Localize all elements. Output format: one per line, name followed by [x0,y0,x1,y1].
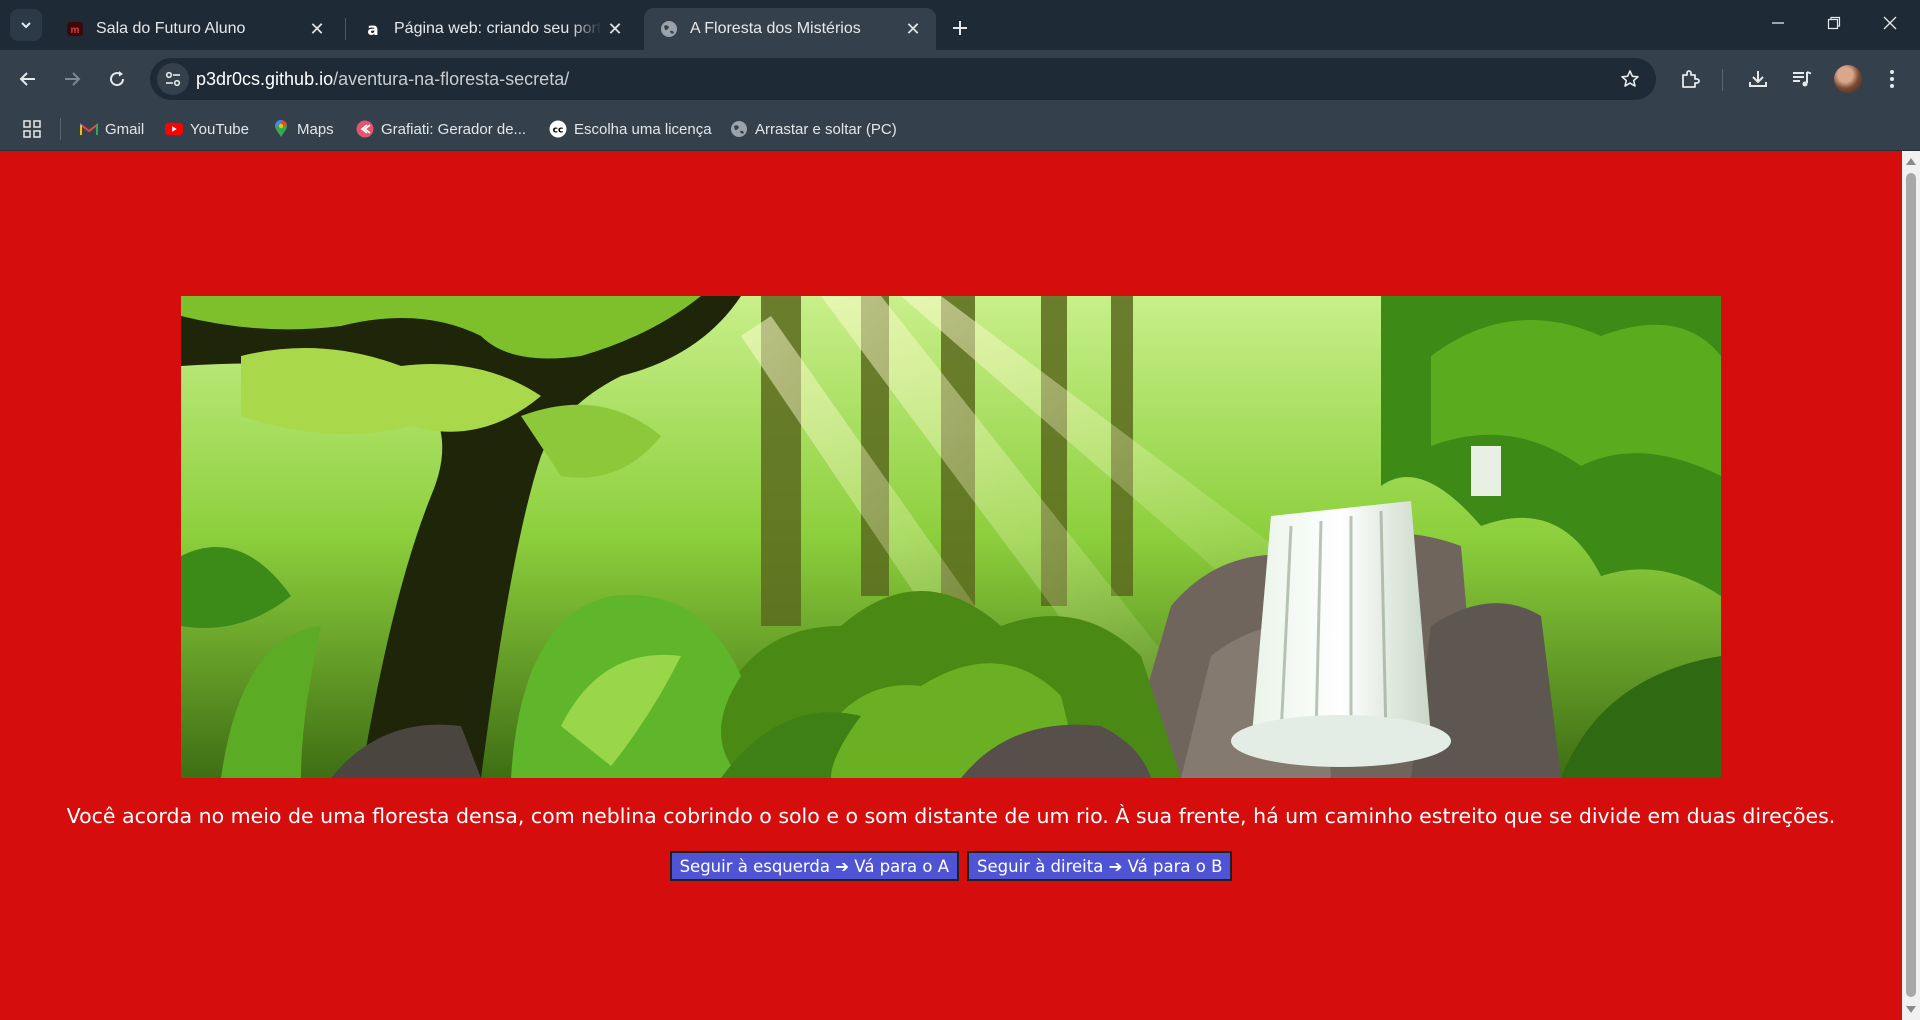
choice-right-button[interactable]: Seguir à direita ➔ Vá para o B [967,851,1233,881]
globe-icon [660,20,678,38]
forward-button[interactable] [54,61,90,97]
tab-alura-portfolio[interactable]: a Página web: criando seu portfólio ✕ [348,8,638,50]
close-icon[interactable]: ✕ [900,16,926,42]
puzzle-icon [1682,70,1700,88]
bookmarks-bar: Gmail YouTube Maps Grafiati: Gerador de.… [0,108,1920,151]
gmail-icon [80,120,98,138]
download-icon [1749,71,1767,87]
back-button[interactable] [10,61,46,97]
page-viewport: Você acorda no meio de uma floresta dens… [0,151,1902,1020]
tab-search-button[interactable] [10,9,42,41]
more-vert-icon [1890,70,1894,88]
browser-toolbar: p3dr0cs.github.io/aventura-na-floresta-s… [0,50,1920,108]
tab-strip: m Sala do Futuro Aluno ✕ a Página web: c… [0,0,1920,50]
url-host: p3dr0cs.github.io [196,69,334,89]
extensions-button[interactable] [1676,65,1704,93]
minimize-button[interactable] [1750,0,1806,46]
grafiati-icon [356,120,374,138]
star-icon [1621,70,1639,87]
reload-icon [110,71,125,87]
downloads-button[interactable] [1744,65,1772,93]
arrow-right-icon [65,72,81,86]
url-text[interactable]: p3dr0cs.github.io/aventura-na-floresta-s… [196,69,569,90]
forest-waterfall-image [181,296,1721,778]
close-icon[interactable]: ✕ [304,16,330,42]
svg-text:m: m [71,25,80,36]
bookmark-youtube[interactable]: YouTube [165,116,249,142]
tab-title: A Floresta dos Mistérios [690,20,861,37]
bookmark-label: YouTube [190,120,249,138]
bookmark-maps[interactable]: Maps [272,116,334,142]
chevron-down-icon [21,22,31,29]
bookmark-star-button[interactable] [1618,67,1642,91]
scroll-down-arrow-icon[interactable] [1906,1006,1916,1013]
bookmark-creative-commons[interactable]: cc Escolha uma licença [549,116,712,142]
tab-floresta-misterios[interactable]: A Floresta dos Mistérios ✕ [644,8,936,50]
toolbar-divider [1722,69,1723,91]
tune-icon [165,71,181,87]
bookmarks-separator [60,118,61,140]
close-icon [1883,16,1897,30]
new-tab-button[interactable] [944,12,976,44]
bookmark-grafiati[interactable]: Grafiati: Gerador de... [356,116,526,142]
tab-sala-do-futuro[interactable]: m Sala do Futuro Aluno ✕ [50,8,340,50]
youtube-icon [165,120,183,138]
bookmark-gmail[interactable]: Gmail [80,116,144,142]
choice-buttons: Seguir à esquerda ➔ Vá para o A Seguir à… [0,851,1902,881]
tab-separator [345,18,346,40]
site-info-button[interactable] [157,63,189,95]
bookmark-arrastar-soltar[interactable]: Arrastar e soltar (PC) [730,116,897,142]
close-icon[interactable]: ✕ [602,16,628,42]
globe-icon [730,120,748,138]
arrow-left-icon [19,72,35,86]
bookmark-label: Gmail [105,120,145,138]
apps-button[interactable] [20,117,44,141]
page-scrollbar[interactable] [1902,151,1920,1020]
close-window-button[interactable] [1862,0,1918,46]
scrollbar-thumb[interactable] [1906,173,1916,997]
story-text: Você acorda no meio de uma floresta dens… [66,804,1836,828]
restore-button[interactable] [1806,0,1862,46]
profile-avatar[interactable] [1834,65,1862,93]
plus-icon [953,21,967,35]
tab-title: Página web: criando seu portfólio [394,20,602,37]
bookmark-label: Arrastar e soltar (PC) [755,120,897,138]
bookmark-label: Escolha uma licença [574,120,712,138]
alura-icon: a [364,20,382,38]
restore-icon [1827,16,1841,30]
svg-text:cc: cc [553,126,564,136]
creative-commons-icon: cc [549,120,567,138]
maps-icon [272,120,290,138]
bookmark-label: Maps [297,120,334,138]
bookmark-label: Grafiati: Gerador de... [381,120,527,138]
minimize-icon [1772,22,1784,24]
media-control-button[interactable] [1788,65,1816,93]
address-bar[interactable]: p3dr0cs.github.io/aventura-na-floresta-s… [150,58,1656,100]
scroll-up-arrow-icon[interactable] [1906,158,1916,165]
choice-left-button[interactable]: Seguir à esquerda ➔ Vá para o A [669,851,960,881]
url-path: /aventura-na-floresta-secreta/ [333,69,570,89]
sala-do-futuro-icon: m [66,20,84,38]
reload-button[interactable] [99,61,135,97]
tab-title: Sala do Futuro Aluno [96,20,246,37]
svg-text:a: a [367,20,378,38]
playlist-music-icon [1793,71,1812,87]
browser-menu-button[interactable] [1878,65,1906,93]
apps-grid-icon [23,120,41,138]
